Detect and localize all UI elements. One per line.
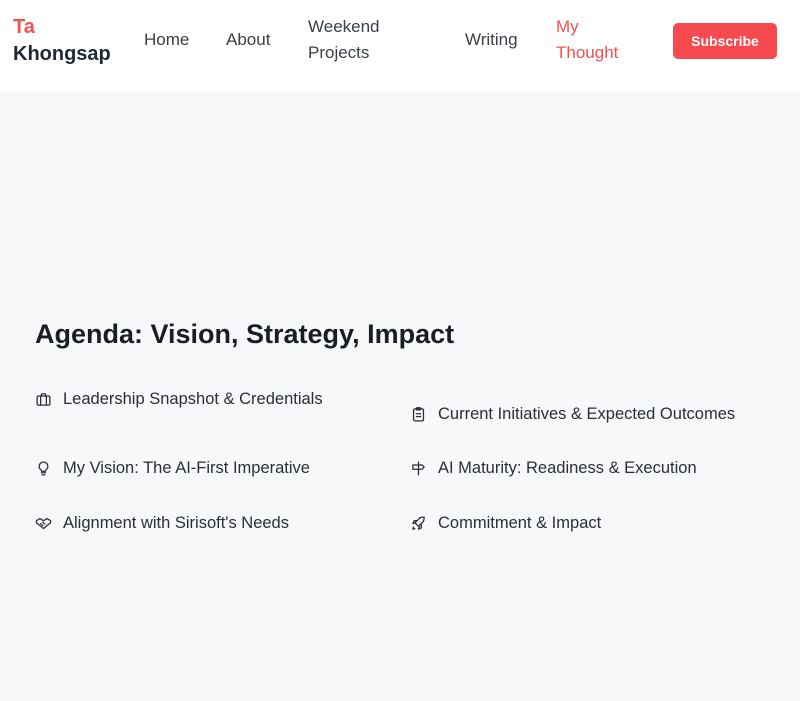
agenda-item-label: My Vision: The AI-First Imperative: [63, 459, 310, 477]
agenda-item-initiatives: Current Initiatives & Expected Outcomes: [409, 403, 735, 425]
signpost-icon: [409, 459, 427, 477]
nav-weekend-projects[interactable]: Weekend Projects: [308, 14, 418, 66]
agenda-item-vision: My Vision: The AI-First Imperative: [34, 457, 310, 479]
briefcase-icon: [34, 390, 52, 408]
nav-my-thought[interactable]: My Thought: [556, 14, 636, 66]
rocket-icon: [409, 514, 427, 532]
brand-first-name: Ta: [13, 16, 35, 38]
lightbulb-icon: [34, 459, 52, 477]
brand-last-name: Khongsap: [13, 43, 111, 65]
agenda-item-label: AI Maturity: Readiness & Execution: [438, 459, 697, 477]
agenda-item-alignment: Alignment with Sirisoft's Needs: [34, 512, 289, 534]
agenda-item-leadership: Leadership Snapshot & Credentials: [34, 388, 323, 410]
clipboard-list-icon: [409, 405, 427, 423]
handshake-icon: [34, 514, 52, 532]
agenda-item-label: Leadership Snapshot & Credentials: [63, 390, 323, 408]
nav-writing[interactable]: Writing: [465, 27, 518, 53]
agenda-item-label: Alignment with Sirisoft's Needs: [63, 514, 289, 532]
agenda-item-commitment: Commitment & Impact: [409, 512, 601, 534]
agenda-item-label: Current Initiatives & Expected Outcomes: [438, 405, 736, 423]
site-header: Ta Khongsap Home About Weekend Projects …: [0, 0, 800, 92]
agenda-item-maturity: AI Maturity: Readiness & Execution: [409, 457, 697, 479]
subscribe-button[interactable]: Subscribe: [673, 23, 777, 59]
agenda-title: Agenda: Vision, Strategy, Impact: [35, 319, 455, 349]
agenda-item-label: Commitment & Impact: [438, 514, 602, 532]
brand-logo[interactable]: Ta Khongsap: [13, 14, 128, 68]
nav-home[interactable]: Home: [144, 27, 189, 53]
nav-about[interactable]: About: [226, 27, 270, 53]
